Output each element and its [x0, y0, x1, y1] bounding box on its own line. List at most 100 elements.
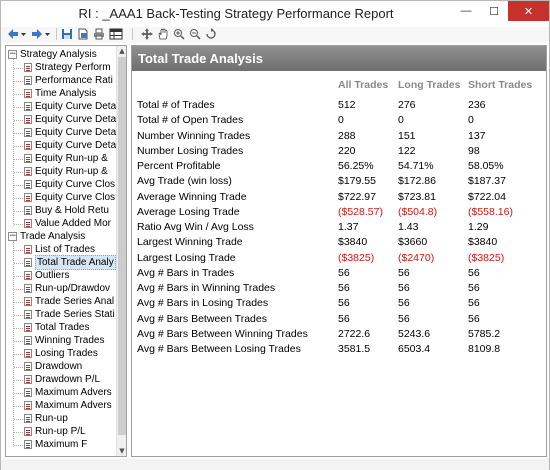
tree-item[interactable]: Strategy Perform — [24, 61, 111, 74]
cell-long-trades: $3660 — [398, 236, 428, 248]
save-icon[interactable] — [61, 27, 73, 41]
table-row: Avg # Bars Between Trades 56 56 56 — [132, 313, 546, 328]
table-row: Largest Losing Trade ($3825) ($2470) ($3825… — [132, 252, 546, 267]
row-label: Avg # Bars in Losing Trades — [137, 297, 269, 309]
tree-connector — [14, 367, 23, 368]
cell-short-trades: 98 — [468, 145, 480, 157]
cell-short-trades: $187.37 — [468, 175, 506, 187]
report-page-icon — [24, 193, 32, 202]
cell-all-trades: 0 — [338, 114, 344, 126]
cell-all-trades: $3840 — [338, 236, 368, 248]
back-icon[interactable] — [7, 27, 19, 41]
zoom-reset-icon[interactable] — [205, 27, 217, 41]
tree-item-label: Maximum F — [35, 439, 88, 450]
close-button[interactable]: ✕ — [508, 1, 549, 21]
tree-item[interactable]: Total Trade Analy — [24, 255, 116, 270]
tree-item[interactable]: Trade Series Anal — [24, 295, 114, 308]
cell-short-trades: 56 — [468, 282, 480, 294]
move-icon[interactable] — [141, 27, 153, 41]
scroll-down-icon[interactable]: ▼ — [117, 446, 126, 456]
tree-item[interactable]: Winning Trades — [24, 334, 104, 347]
tree-item[interactable]: Performance Rati — [24, 74, 113, 87]
cell-short-trades: 1.29 — [468, 221, 489, 233]
panel-title: Total Trade Analysis — [132, 46, 546, 71]
tree-connector — [14, 406, 23, 407]
scrollbar-thumb[interactable] — [118, 57, 126, 435]
cell-all-trades: 512 — [338, 99, 356, 111]
collapse-icon[interactable]: − — [8, 50, 17, 59]
cell-all-trades: ($3825) — [338, 252, 375, 264]
tree-connector — [14, 276, 23, 277]
row-label: Number Losing Trades — [137, 145, 244, 157]
tree-item-label: Run-up — [35, 413, 68, 424]
report-page-icon — [24, 154, 32, 163]
forward-icon[interactable] — [31, 27, 43, 41]
cell-long-trades: ($504.8) — [398, 206, 438, 218]
tree-item-label: Equity Curve Deta — [35, 140, 116, 151]
tree-connector — [14, 419, 23, 420]
tree-vertical-scrollbar[interactable]: ▲ ▼ — [116, 46, 126, 456]
cell-all-trades: $722.97 — [338, 191, 376, 203]
tree-item[interactable]: Equity Run-up & — [24, 165, 108, 178]
tree-item[interactable]: Run-up — [24, 412, 68, 425]
tree-item[interactable]: Losing Trades — [24, 347, 98, 360]
tree-item[interactable]: Maximum Advers — [24, 386, 112, 399]
zoom-in-icon[interactable] — [173, 27, 185, 41]
tree-item[interactable]: Maximum Advers — [24, 399, 112, 412]
tree-item[interactable]: Equity Run-up & — [24, 152, 108, 165]
tree-item[interactable]: Total Trades — [24, 321, 89, 334]
tree-item-label: Trade Series Stati — [35, 309, 115, 320]
tree-item[interactable]: Run-up/Drawdov — [24, 282, 110, 295]
report-page-icon — [24, 102, 32, 111]
tree-item[interactable]: Equity Curve Deta — [24, 100, 116, 113]
zoom-out-icon[interactable] — [189, 27, 201, 41]
tree-item-label: Equity Run-up & — [35, 153, 108, 164]
tree-group-1[interactable]: − Trade Analysis — [8, 230, 85, 243]
tree-item[interactable]: Outliers — [24, 269, 69, 282]
report-page-icon — [24, 63, 32, 72]
tree-item[interactable]: Equity Curve Clos — [24, 191, 115, 204]
tree-item[interactable]: Maximum F — [24, 438, 87, 451]
collapse-icon[interactable]: − — [8, 232, 17, 241]
tree-connector — [13, 59, 14, 226]
tree-item-label: Total Trades — [35, 322, 90, 333]
tree-item[interactable]: Value Added Mor — [24, 217, 111, 230]
tree-group-0[interactable]: − Strategy Analysis — [8, 48, 97, 61]
cell-long-trades: 54.71% — [398, 160, 434, 172]
tree-item[interactable]: Drawdown — [24, 360, 82, 373]
tree-connector — [14, 354, 23, 355]
tree-item[interactable]: Equity Curve Deta — [24, 113, 116, 126]
tree-item-label: Total Trade Analy — [35, 255, 116, 270]
cell-short-trades: 5785.2 — [468, 328, 501, 340]
tree-item[interactable]: Trade Series Stati — [24, 308, 115, 321]
print-icon[interactable] — [93, 27, 105, 41]
hand-icon[interactable] — [157, 27, 169, 41]
tree-item[interactable]: Run-up P/L — [24, 425, 86, 438]
cell-short-trades: 58.05% — [468, 160, 504, 172]
minimize-button[interactable]: — — [453, 1, 479, 21]
table-icon[interactable] — [109, 27, 123, 41]
window-title: RI : _AAA1 Back-Testing Strategy Perform… — [78, 6, 394, 21]
report-page-icon — [24, 258, 32, 267]
cell-short-trades: $722.04 — [468, 191, 506, 203]
row-label: Avg # Bars in Trades — [137, 267, 235, 279]
back-dropdown-icon[interactable] — [20, 27, 27, 41]
tree-item[interactable]: Buy & Hold Retu — [24, 204, 109, 217]
maximize-button[interactable]: ☐ — [481, 1, 507, 21]
row-label: Largest Winning Trade — [137, 236, 243, 248]
tree-item[interactable]: Drawdown P/L — [24, 373, 100, 386]
forward-dropdown-icon[interactable] — [44, 27, 51, 41]
tree-item-label: Performance Rati — [35, 75, 113, 86]
table-row: Total # of Open Trades 0 0 0 — [132, 114, 546, 129]
report-page-icon — [24, 388, 32, 397]
export-icon[interactable] — [77, 27, 89, 41]
report-navigation-tree[interactable]: − Strategy Analysis Strategy Perform Perfor… — [5, 45, 127, 457]
cell-long-trades: 56 — [398, 313, 410, 325]
tree-item[interactable]: Time Analysis — [24, 87, 96, 100]
tree-item[interactable]: Equity Curve Clos — [24, 178, 115, 191]
tree-item[interactable]: Equity Curve Deta — [24, 139, 116, 152]
tree-item[interactable]: Equity Curve Deta — [24, 126, 116, 139]
row-label: Number Winning Trades — [137, 130, 251, 142]
title-bar[interactable]: RI : _AAA1 Back-Testing Strategy Perform… — [1, 1, 549, 27]
scroll-up-icon[interactable]: ▲ — [117, 46, 126, 56]
